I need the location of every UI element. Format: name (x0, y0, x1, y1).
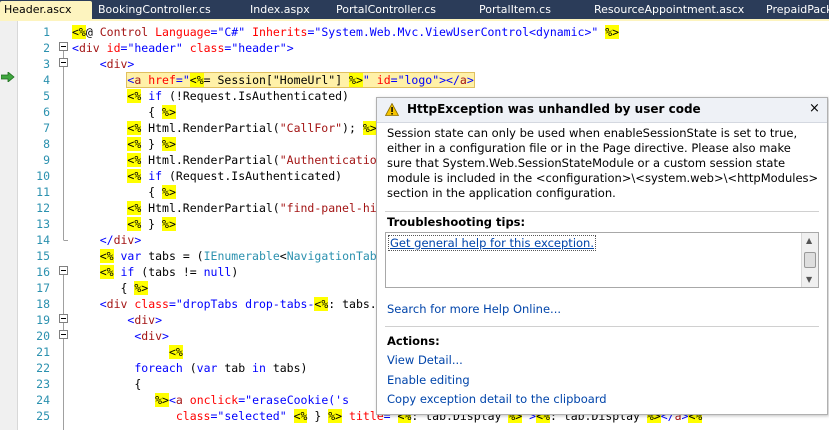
line-number: 6 (43, 105, 50, 119)
scrollbar-thumb[interactable] (804, 252, 816, 268)
line-number: 13 (36, 217, 50, 231)
line-number: 9 (43, 153, 50, 167)
line-number: 10 (36, 169, 50, 183)
outlining-margin[interactable] (58, 21, 70, 430)
line-number: 5 (43, 89, 50, 103)
exception-title: HttpException was unhandled by user code (407, 102, 701, 116)
code-line: <div> (99, 57, 135, 71)
tab-label: ResourceAppointment.ascx (594, 3, 745, 16)
general-help-link[interactable]: Get general help for this exception. (388, 235, 596, 251)
code-line: <% if (!Request.IsAuthenticated) (127, 89, 349, 103)
code-line: { %> (148, 105, 176, 119)
exception-message: Session state can only be used when enab… (387, 126, 819, 200)
divider (385, 211, 819, 212)
line-number: 20 (36, 329, 50, 343)
code-line: %><a onclick="eraseCookie('s (155, 393, 350, 407)
tab-index-aspx[interactable]: Index.aspx (246, 1, 322, 19)
code-line: <% Html.RenderPartial("CallFor"); %> (127, 121, 377, 135)
code-line: <div class="dropTabs drop-tabs-<%: tabs. (99, 297, 377, 311)
line-number: 7 (43, 121, 50, 135)
code-line: </div> (99, 233, 142, 247)
green-arrow-icon (1, 72, 15, 82)
indicator-margin[interactable] (0, 21, 18, 430)
tips-scrollbar[interactable]: ▲ ▼ (801, 233, 818, 287)
line-number: 22 (36, 361, 50, 375)
line-number: 2 (43, 41, 50, 55)
code-line: <% var tabs = (IEnumerable<NavigationTab (99, 249, 377, 263)
popup-header: HttpException was unhandled by user code… (377, 98, 827, 123)
tab-portalcontroller-cs[interactable]: PortalController.cs (332, 1, 456, 19)
copy-exception-detail-link[interactable]: Copy exception detail to the clipboard (387, 392, 607, 406)
view-detail-link[interactable]: View Detail... (387, 353, 463, 367)
divider (385, 326, 819, 327)
document-tab-strip: Header.ascx BookingController.cs Index.a… (0, 0, 829, 19)
code-line: <%@ Control Language="C#" Inherits="Syst… (72, 25, 620, 39)
tab-portalitem-cs[interactable]: PortalItem.cs (475, 1, 575, 19)
warning-triangle-icon (385, 103, 399, 116)
code-line: <% } %> (127, 217, 176, 231)
current-statement: <a href="<%= Session["HomeUrl"] %>" id="… (126, 72, 475, 88)
troubleshooting-tips-list[interactable]: Get general help for this exception. ▲ ▼ (385, 232, 819, 288)
line-number: 12 (36, 201, 50, 215)
code-line: <div id="header" class="header"> (72, 41, 294, 55)
scroll-up-icon[interactable]: ▲ (806, 236, 812, 245)
code-line: <div> (134, 329, 169, 343)
tab-header-ascx[interactable]: Header.ascx (0, 1, 92, 19)
tab-resourceappointment-ascx[interactable]: ResourceAppointment.ascx (590, 1, 750, 19)
line-number: 17 (36, 281, 50, 295)
line-number: 18 (36, 297, 50, 311)
line-number: 8 (43, 137, 50, 151)
line-number: 15 (36, 249, 50, 263)
line-number: 23 (36, 377, 50, 391)
line-number: 16 (36, 265, 50, 279)
code-line: <% if (tabs != null) (99, 265, 239, 279)
code-line: foreach (var tab in tabs) (134, 361, 308, 375)
line-number: 21 (36, 345, 50, 359)
line-number: 19 (36, 313, 50, 327)
code-line: <% } %> (127, 137, 176, 151)
enable-editing-link[interactable]: Enable editing (387, 373, 470, 387)
scroll-down-icon[interactable]: ▼ (806, 275, 812, 284)
code-line: { %> (148, 185, 176, 199)
tab-bookingcontroller-cs[interactable]: BookingController.cs (94, 1, 232, 19)
line-number: 4 (43, 73, 50, 87)
tab-label: PrepaidPack (766, 3, 829, 16)
close-icon[interactable]: × (809, 101, 820, 116)
tab-label: PortalItem.cs (479, 3, 551, 16)
exception-assistant-popup: HttpException was unhandled by user code… (376, 97, 828, 415)
code-line: { (134, 377, 142, 391)
troubleshooting-label: Troubleshooting tips: (387, 215, 526, 229)
tab-label: BookingController.cs (98, 3, 211, 16)
tab-label: Header.ascx (4, 3, 72, 16)
actions-label: Actions: (387, 334, 440, 348)
line-number: 24 (36, 393, 50, 407)
code-line: <div> (127, 313, 163, 327)
search-help-online-link[interactable]: Search for more Help Online... (387, 302, 561, 316)
line-number: 1 (43, 25, 50, 39)
line-number: 11 (36, 185, 50, 199)
line-number: 3 (43, 57, 50, 71)
code-line: <% Html.RenderPartial("Authenticatio (127, 153, 377, 167)
code-line: { %> (120, 281, 149, 295)
line-number: 25 (36, 409, 50, 423)
line-number-gutter: 1 2 3 4 5 6 7 8 9 10 11 12 13 14 15 16 1… (18, 21, 54, 430)
line-number: 14 (36, 233, 50, 247)
code-line: <% if (Request.IsAuthenticated) (127, 169, 343, 183)
tab-label: Index.aspx (250, 3, 310, 16)
code-line: <% Html.RenderPartial("find-panel-hi (127, 201, 377, 215)
code-line: <a href="<%= Session["HomeUrl"] %>" id="… (72, 72, 475, 88)
tab-prepaidpack[interactable]: PrepaidPack (762, 1, 829, 19)
code-line: <% (168, 345, 183, 359)
tab-label: PortalController.cs (336, 3, 436, 16)
